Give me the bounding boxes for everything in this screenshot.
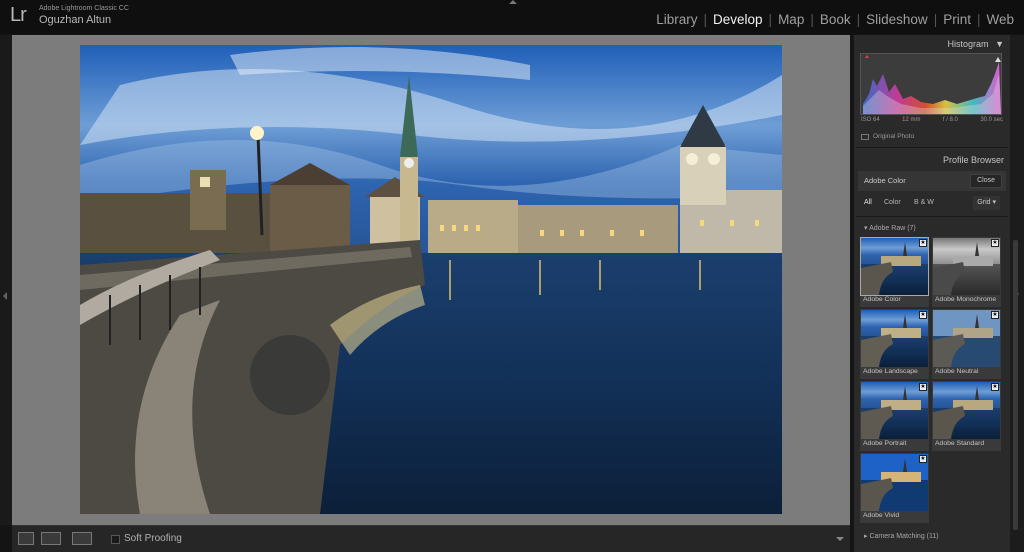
view-mode-label: Grid <box>977 199 991 206</box>
favorite-star-icon[interactable]: ★ <box>991 383 999 391</box>
collapse-histogram-icon[interactable]: ▼ <box>995 39 1004 49</box>
profile-preview <box>861 310 928 367</box>
app-name: Adobe Lightroom Classic CC <box>39 5 129 12</box>
highlight-clipping-icon <box>995 57 1001 62</box>
user-name: Oguzhan Altun <box>39 14 112 26</box>
profile-label: Adobe Landscape <box>863 368 918 375</box>
filter-color[interactable]: Color <box>884 199 901 206</box>
favorite-star-icon[interactable]: ★ <box>991 311 999 319</box>
profile-label: Adobe Portrait <box>863 440 907 447</box>
favorite-star-icon[interactable]: ★ <box>991 239 999 247</box>
collapse-top-panel-icon[interactable] <box>509 0 517 4</box>
profile-preview <box>933 382 1000 439</box>
histogram-header[interactable]: Histogram ▼ <box>948 39 1004 49</box>
aperture-value: f / 8.0 <box>942 117 958 123</box>
profile-label: Adobe Vivid <box>863 512 900 519</box>
close-profile-browser-button[interactable]: Close <box>970 174 1002 188</box>
expand-left-panel-icon[interactable] <box>3 292 7 300</box>
profile-browser-header: Adobe Color Close <box>858 171 1006 191</box>
module-picker: Library | Develop | Map | Book | Slidesh… <box>650 12 1020 27</box>
right-panel: Histogram ▼ ISO 64 12 mm f / 8.0 30.0 se… <box>854 35 1010 552</box>
favorite-star-icon[interactable]: ★ <box>919 455 927 463</box>
chevron-down-icon: ▾ <box>992 199 996 206</box>
view-mode-select[interactable]: Grid ▾ <box>973 196 1000 210</box>
profile-preview <box>860 237 929 296</box>
profile-thumb-adobe-color[interactable]: ★ Adobe Color <box>860 237 929 307</box>
original-photo-icon <box>861 133 869 140</box>
before-after-view-icon[interactable] <box>41 532 61 545</box>
profile-label: Adobe Standard <box>935 440 985 447</box>
profile-filter-bar: All Color B & W Grid ▾ <box>858 195 1006 212</box>
collapsed-triangle-icon: ▸ <box>864 533 868 540</box>
module-print[interactable]: Print <box>937 12 977 27</box>
photo-canvas[interactable] <box>12 35 850 525</box>
profile-group-label: Camera Matching (11) <box>869 533 939 540</box>
profile-preview <box>861 382 928 439</box>
module-book[interactable]: Book <box>814 12 857 27</box>
histogram-display[interactable] <box>860 53 1002 115</box>
shutter-speed: 30.0 sec <box>980 117 1003 123</box>
profile-preview <box>933 310 1000 367</box>
module-map[interactable]: Map <box>772 12 810 27</box>
profile-label: Adobe Monochrome <box>935 296 997 303</box>
module-develop[interactable]: Develop <box>707 12 769 27</box>
section-divider <box>856 216 1008 217</box>
module-library[interactable]: Library <box>650 12 703 27</box>
profile-thumb-adobe-neutral[interactable]: ★ Adobe Neutral <box>932 309 1001 379</box>
profile-thumb-adobe-landscape[interactable]: ★ Adobe Landscape <box>860 309 929 379</box>
favorite-star-icon[interactable]: ★ <box>919 239 927 247</box>
module-slideshow[interactable]: Slideshow <box>860 12 934 27</box>
profile-thumb-adobe-vivid[interactable]: ★ Adobe Vivid <box>860 453 929 523</box>
profile-group-camera-matching[interactable]: ▸ Camera Matching (11) <box>864 532 939 540</box>
filter-bw[interactable]: B & W <box>914 199 934 206</box>
original-photo-label: Original Photo <box>873 133 915 140</box>
focal-length: 12 mm <box>902 117 921 123</box>
profile-preview <box>933 238 1000 295</box>
profile-label: Adobe Neutral <box>935 368 979 375</box>
before-after-swap-icon[interactable] <box>72 532 92 545</box>
loupe-view-icon[interactable] <box>18 532 34 545</box>
current-profile-name: Adobe Color <box>864 176 906 185</box>
lightroom-logo: Lr <box>10 4 27 26</box>
profile-group-label: Adobe Raw (7) <box>869 225 916 232</box>
soft-proofing-checkbox[interactable] <box>111 535 120 544</box>
top-bar: Lr Adobe Lightroom Classic CC Oguzhan Al… <box>0 0 1024 34</box>
expanded-triangle-icon: ▾ <box>864 225 868 232</box>
histogram-title: Histogram <box>947 39 989 49</box>
shadow-clipping-icon <box>865 55 869 58</box>
main-photo[interactable] <box>80 45 782 514</box>
profile-label: Adobe Color <box>863 296 901 303</box>
favorite-star-icon[interactable]: ★ <box>919 383 927 391</box>
soft-proofing-label: Soft Proofing <box>124 533 182 544</box>
histogram-graph <box>863 55 1001 114</box>
profile-group-adobe-raw[interactable]: ▾ Adobe Raw (7) <box>864 224 916 232</box>
profile-thumb-adobe-monochrome[interactable]: ★ Adobe Monochrome <box>932 237 1001 307</box>
bottom-toolbar: Soft Proofing <box>12 525 850 552</box>
iso-value: ISO 64 <box>861 117 880 123</box>
module-web[interactable]: Web <box>980 12 1020 27</box>
profile-browser-title[interactable]: Profile Browser <box>943 155 1004 165</box>
original-photo-toggle[interactable]: Original Photo <box>861 133 914 140</box>
favorite-star-icon[interactable]: ★ <box>919 311 927 319</box>
scrollbar-thumb[interactable] <box>1013 240 1018 530</box>
profile-preview <box>861 454 928 511</box>
left-panel-edge[interactable] <box>0 35 12 525</box>
zurich-night-photo <box>80 45 782 514</box>
profile-thumb-adobe-standard[interactable]: ★ Adobe Standard <box>932 381 1001 451</box>
profile-thumb-adobe-portrait[interactable]: ★ Adobe Portrait <box>860 381 929 451</box>
histogram-metadata: ISO 64 12 mm f / 8.0 30.0 sec <box>861 117 1003 123</box>
filter-all[interactable]: All <box>864 199 872 206</box>
section-divider <box>856 147 1008 148</box>
toolbar-options-dropdown-icon[interactable] <box>836 537 844 541</box>
